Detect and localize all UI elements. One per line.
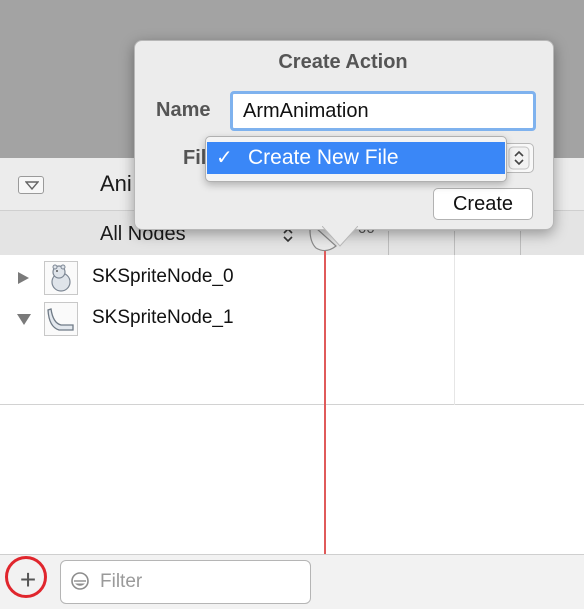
animation-title: Ani (100, 171, 132, 196)
collapse-button[interactable] (18, 176, 44, 194)
create-button[interactable]: Create (433, 188, 533, 220)
timeline-gridline (454, 255, 455, 405)
node-row[interactable]: SKSpriteNode_1 (0, 296, 584, 345)
filter-input[interactable] (100, 568, 300, 596)
ruler-tick (454, 231, 455, 255)
popover-title: Create Action (278, 51, 408, 73)
highlight-ring (5, 556, 47, 598)
file-label: Fil (183, 147, 207, 169)
filter-icon (71, 572, 89, 590)
menu-item-label: Create New File (248, 146, 399, 169)
ruler-tick (388, 231, 389, 255)
name-label: Name (156, 99, 211, 121)
checkmark-icon: ✓ (216, 147, 233, 169)
disclosure-triangle-down-icon[interactable] (16, 312, 32, 326)
popover-arrow (322, 226, 358, 247)
node-label: SKSpriteNode_0 (92, 266, 234, 287)
triangle-down-icon (25, 181, 39, 190)
playhead-line[interactable] (324, 250, 326, 555)
up-down-chevron-icon[interactable] (508, 146, 530, 170)
ruler-tick (520, 231, 521, 255)
disclosure-triangle-right-icon[interactable] (16, 271, 30, 285)
node-label: SKSpriteNode_1 (92, 307, 234, 328)
empty-row (0, 344, 584, 405)
bear-thumbnail-icon (44, 261, 78, 295)
arm-thumbnail-icon (44, 302, 78, 336)
name-field[interactable] (230, 91, 536, 131)
